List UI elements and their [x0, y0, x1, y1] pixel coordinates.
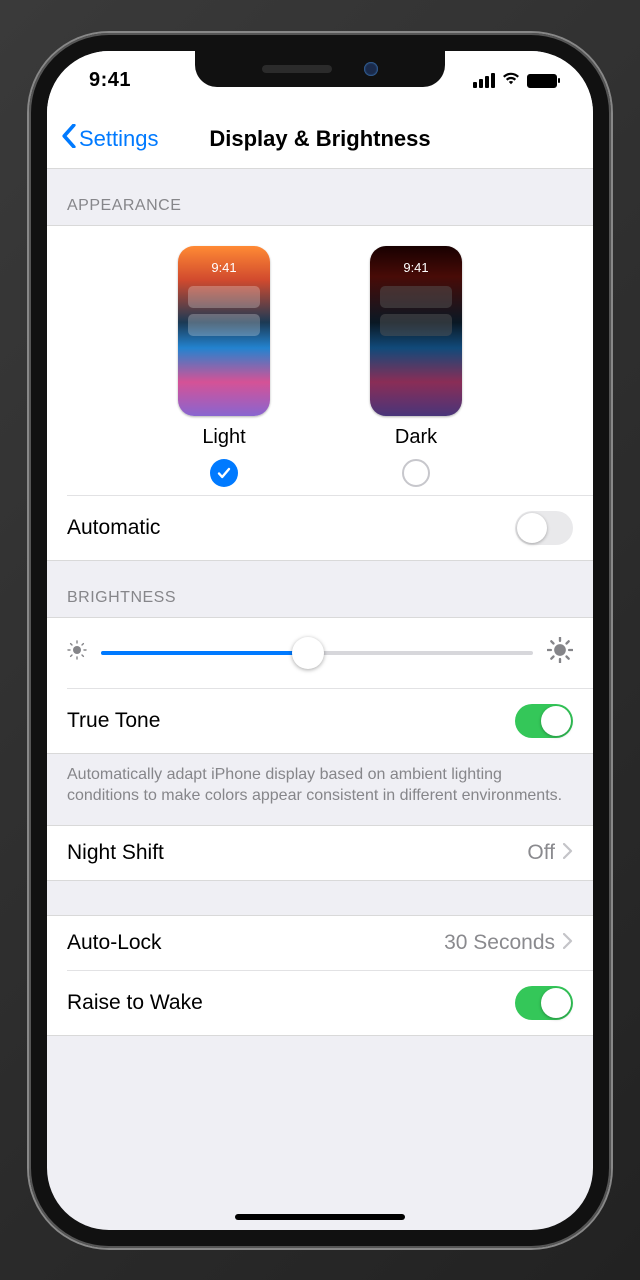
brightness-slider[interactable]: [101, 636, 533, 670]
status-time: 9:41: [89, 69, 131, 92]
light-radio[interactable]: [210, 459, 238, 487]
dark-label: Dark: [395, 426, 437, 449]
page-title: Display & Brightness: [209, 126, 430, 152]
raisewake-label: Raise to Wake: [67, 991, 203, 1015]
autolock-value: 30 Seconds: [444, 931, 555, 955]
front-camera: [364, 62, 378, 76]
thumb-time-light: 9:41: [178, 260, 270, 275]
nav-bar: Settings Display & Brightness: [47, 111, 593, 169]
appearance-option-light[interactable]: 9:41 Light: [178, 246, 270, 487]
autolock-row[interactable]: Auto-Lock 30 Seconds: [47, 916, 593, 970]
nightshift-label: Night Shift: [67, 841, 164, 865]
battery-icon: [527, 74, 557, 88]
truetone-toggle[interactable]: [515, 704, 573, 738]
automatic-label: Automatic: [67, 516, 160, 540]
appearance-group: 9:41 Light 9:41 Dark: [47, 225, 593, 561]
notch: [195, 51, 445, 87]
autolock-value-wrap: 30 Seconds: [444, 931, 573, 955]
wake-group: Auto-Lock 30 Seconds Raise to Wake: [47, 915, 593, 1036]
appearance-header: APPEARANCE: [47, 169, 593, 225]
chevron-right-icon: [563, 841, 573, 865]
sun-max-icon: [547, 637, 573, 668]
automatic-toggle[interactable]: [515, 511, 573, 545]
sun-min-icon: [67, 640, 87, 665]
appearance-options: 9:41 Light 9:41 Dark: [47, 226, 593, 495]
appearance-option-dark[interactable]: 9:41 Dark: [370, 246, 462, 487]
nightshift-group: Night Shift Off: [47, 825, 593, 881]
phone-frame: 9:41 Settings Display & Brightness APPEA…: [29, 33, 611, 1248]
dark-radio[interactable]: [402, 459, 430, 487]
raisewake-toggle[interactable]: [515, 986, 573, 1020]
truetone-label: True Tone: [67, 709, 160, 733]
truetone-row: True Tone: [47, 689, 593, 753]
home-indicator[interactable]: [235, 1214, 405, 1220]
chevron-right-icon: [563, 931, 573, 955]
speaker-grille: [262, 65, 332, 73]
nightshift-value-wrap: Off: [527, 841, 573, 865]
autolock-label: Auto-Lock: [67, 931, 162, 955]
nightshift-value: Off: [527, 841, 555, 865]
brightness-header: BRIGHTNESS: [47, 561, 593, 617]
raisewake-row: Raise to Wake: [47, 971, 593, 1035]
truetone-footnote: Automatically adapt iPhone display based…: [47, 754, 593, 825]
status-indicators: [473, 71, 557, 90]
checkmark-icon: [216, 465, 232, 481]
brightness-group: True Tone: [47, 617, 593, 754]
automatic-row: Automatic: [47, 496, 593, 560]
dark-thumbnail: 9:41: [370, 246, 462, 416]
wifi-icon: [501, 71, 521, 90]
light-label: Light: [202, 426, 245, 449]
content: APPEARANCE 9:41 Light: [47, 169, 593, 1230]
brightness-slider-row: [47, 618, 593, 688]
cellular-icon: [473, 73, 495, 88]
nightshift-row[interactable]: Night Shift Off: [47, 826, 593, 880]
screen: 9:41 Settings Display & Brightness APPEA…: [47, 51, 593, 1230]
light-thumbnail: 9:41: [178, 246, 270, 416]
chevron-left-icon: [61, 124, 77, 154]
back-button[interactable]: Settings: [61, 124, 159, 154]
back-label: Settings: [79, 126, 159, 152]
thumb-time-dark: 9:41: [370, 260, 462, 275]
